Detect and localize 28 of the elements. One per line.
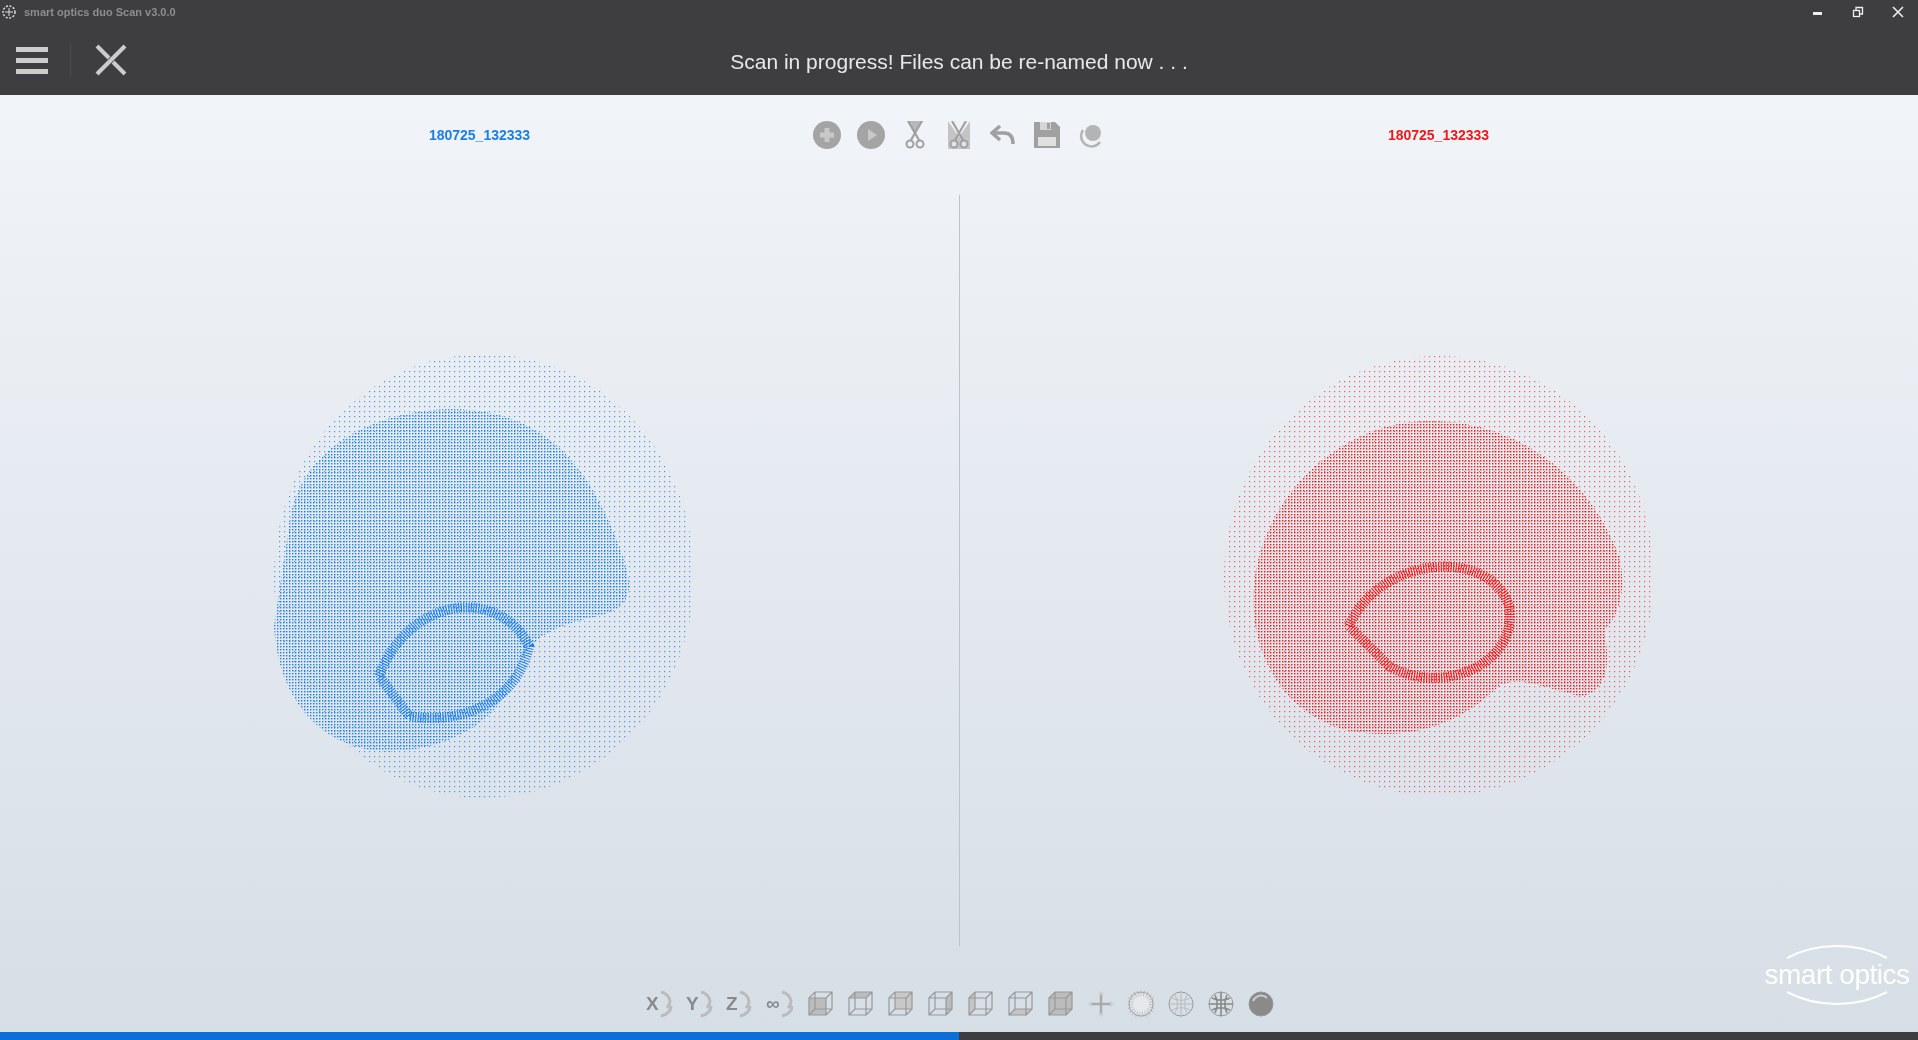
scan-name: 180725_132333 (428, 127, 531, 143)
sphere-view-icon[interactable] (1126, 989, 1156, 1019)
restore-icon (1852, 6, 1864, 18)
cube-view-icon[interactable] (1006, 989, 1036, 1019)
cube-view-icon[interactable] (846, 989, 876, 1019)
close-icon (1892, 6, 1904, 18)
rotate-button[interactable]: ∞ (766, 989, 796, 1019)
status-message: Scan in progress! Files can be re-named now . . . (730, 50, 1188, 74)
scan-name: 180725_132333 (1387, 127, 1490, 143)
rotate-button[interactable]: Z (726, 989, 756, 1019)
play-icon[interactable] (856, 120, 886, 150)
cube-view-icon[interactable] (966, 989, 996, 1019)
pan-icon[interactable] (1086, 989, 1116, 1019)
add-icon[interactable] (812, 120, 842, 150)
cube-view-icon[interactable] (1046, 989, 1076, 1019)
rotate-button[interactable]: X (646, 989, 676, 1019)
sphere-view-icon[interactable] (1206, 989, 1236, 1019)
window-title: smart optics duo Scan v3.0.0 (24, 6, 176, 18)
cube-view-icon[interactable] (886, 989, 916, 1019)
cube-view-icon[interactable] (806, 989, 836, 1019)
cancel-scan-button[interactable] (95, 43, 127, 76)
app-icon (2, 5, 16, 19)
rotate-button[interactable]: Y (686, 989, 716, 1019)
sphere-view-icon[interactable] (1166, 989, 1196, 1019)
save-icon[interactable] (1032, 120, 1062, 150)
cube-view-icon[interactable] (926, 989, 956, 1019)
menu-button[interactable] (16, 44, 48, 75)
sphere-view-icon[interactable] (1246, 989, 1276, 1019)
